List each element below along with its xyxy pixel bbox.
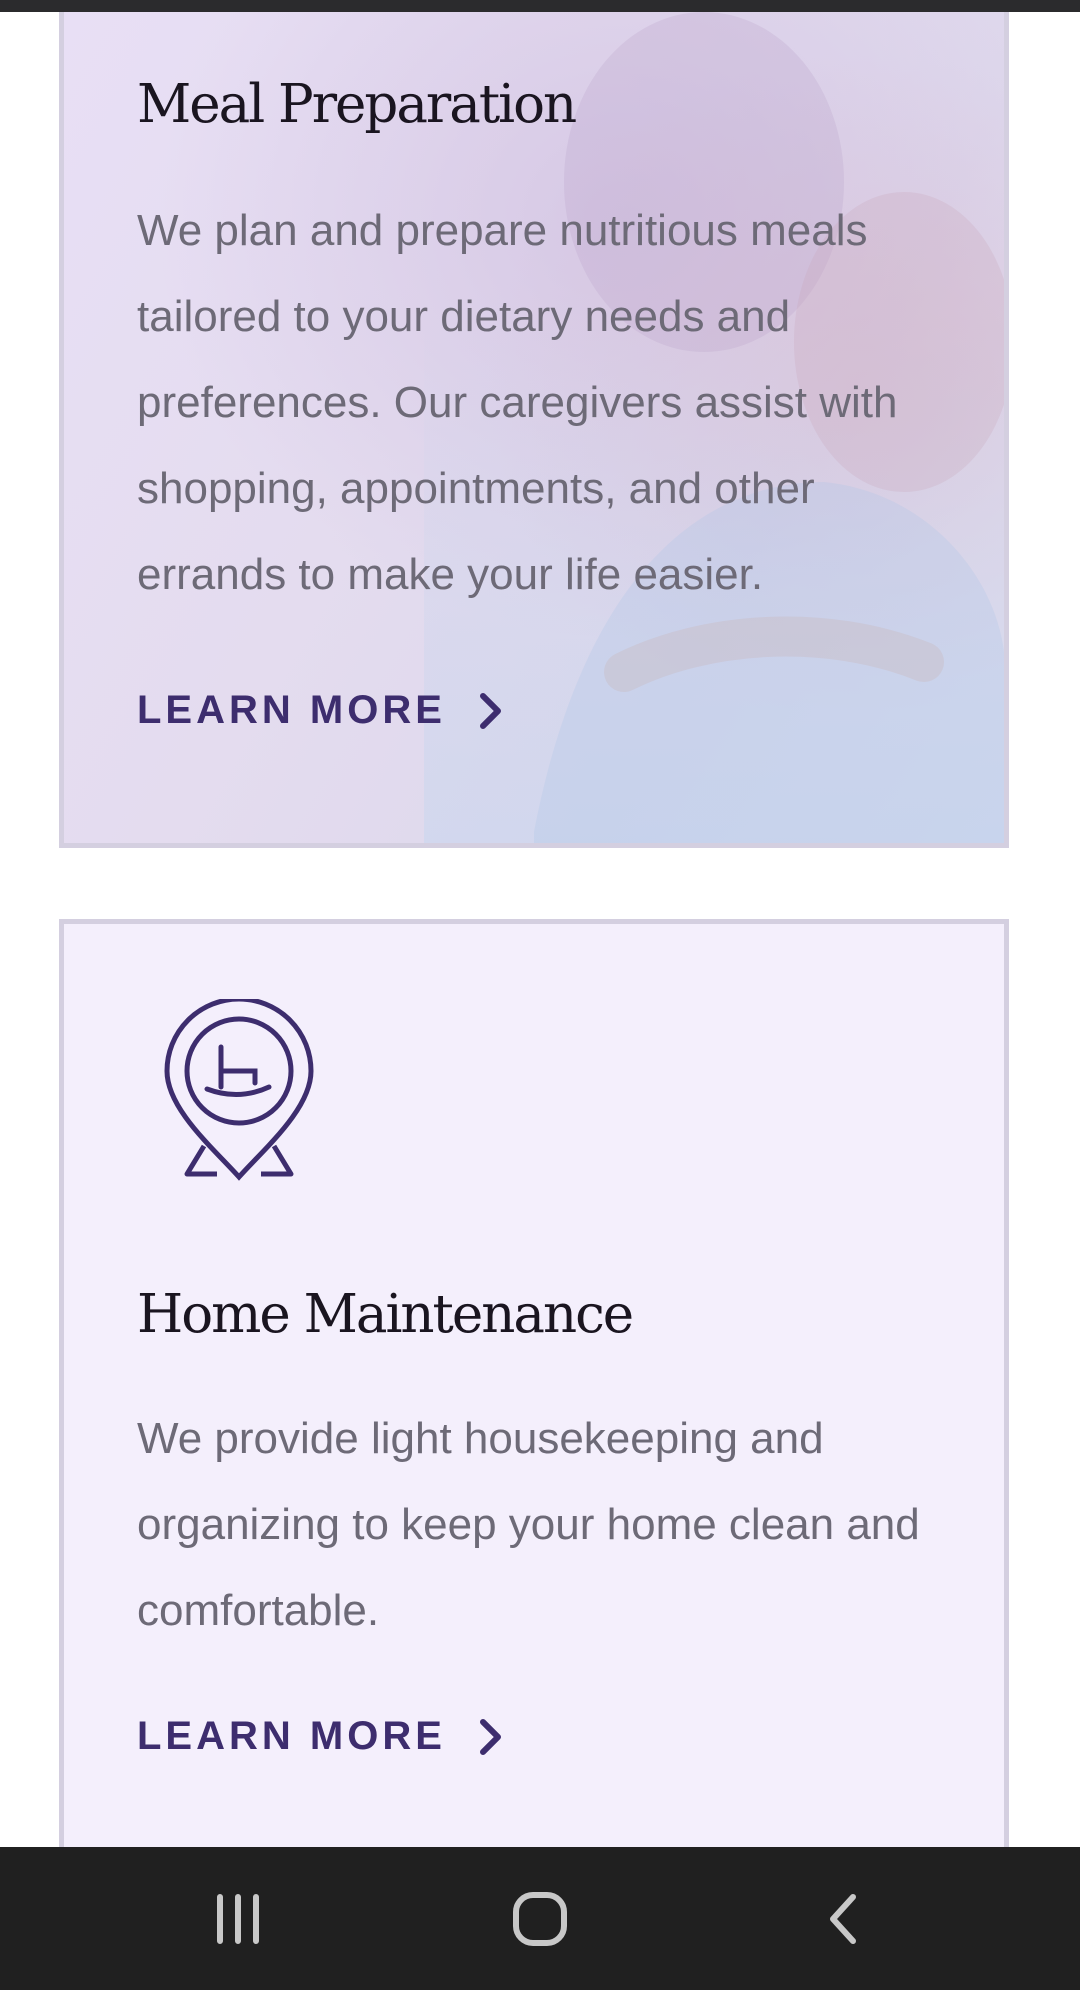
back-button[interactable] [783,1847,903,1990]
learn-more-label: LEARN MORE [137,1714,446,1758]
card-title: Meal Preparation [137,74,577,135]
learn-more-link[interactable]: LEARN MORE [137,688,504,733]
learn-more-link[interactable]: LEARN MORE [137,1714,504,1759]
learn-more-label: LEARN MORE [137,688,446,732]
card-description: We provide light housekeeping and organi… [137,1414,920,1635]
back-chevron-icon [830,1893,856,1944]
recent-apps-button[interactable] [178,1847,298,1990]
service-card-meal-preparation: Meal Preparation We plan and prepare nut… [59,12,1009,848]
status-bar-edge [0,0,1080,12]
service-card-home-maintenance: Home Maintenance We provide light housek… [59,919,1009,1990]
home-circle-icon [513,1891,567,1946]
home-button[interactable] [480,1847,600,1990]
rocking-chair-pin-icon [164,999,314,1181]
system-navigation-bar [0,1847,1080,1990]
recent-apps-icon [217,1893,259,1944]
card-description: We plan and prepare nutritious meals tai… [137,206,898,599]
chevron-right-icon [479,692,501,729]
card-title: Home Maintenance [137,1284,634,1345]
chevron-right-icon [479,1718,501,1755]
